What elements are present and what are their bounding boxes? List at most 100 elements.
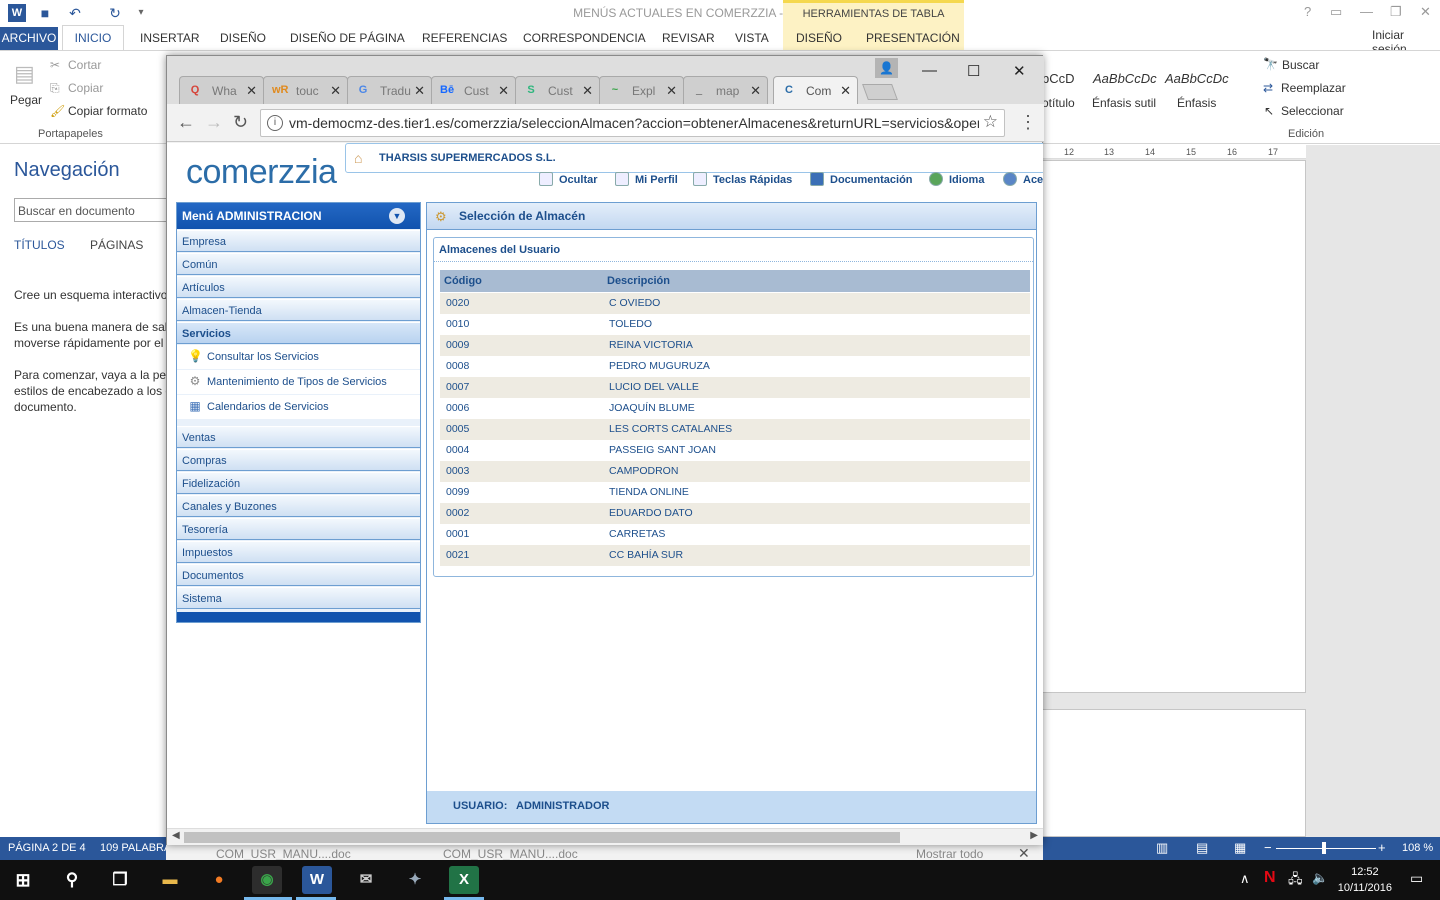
menu-item-documentos[interactable]: Documentos xyxy=(177,564,420,586)
document-page[interactable] xyxy=(1042,709,1306,837)
menu-item-articulos[interactable]: Artículos xyxy=(177,276,420,298)
warehouse-code[interactable]: 0008 xyxy=(446,360,469,372)
table-row[interactable]: 0003 CAMPODRON xyxy=(440,461,1030,482)
table-row[interactable]: 0020 C OVIEDO xyxy=(440,293,1030,314)
submenu-calendarios-servicios[interactable]: ▦ Calendarios de Servicios xyxy=(177,395,420,419)
replace-button[interactable]: Reemplazar xyxy=(1281,81,1346,95)
menu-item-impuestos[interactable]: Impuestos xyxy=(177,541,420,563)
close-icon[interactable]: ✕ xyxy=(1013,62,1026,80)
navigation-search-input[interactable]: Buscar en documento xyxy=(14,198,168,222)
compass-icon[interactable]: ✦ xyxy=(400,866,430,894)
zoom-slider-track[interactable] xyxy=(1276,848,1376,849)
tab-diseno-pagina[interactable]: DISEÑO DE PÁGINA xyxy=(290,31,405,45)
shortcuts-link[interactable]: Teclas Rápidas xyxy=(693,172,792,186)
print-layout-icon[interactable]: ▤ xyxy=(1196,840,1208,856)
download-file[interactable]: COM_USR_MANU....doc xyxy=(443,847,578,861)
warehouse-description[interactable]: TIENDA ONLINE xyxy=(609,486,689,498)
browser-tab[interactable]: _ map ✕ xyxy=(683,76,768,104)
menu-item-ventas[interactable]: Ventas xyxy=(177,426,420,448)
table-row[interactable]: 0007 LUCIO DEL VALLE xyxy=(440,377,1030,398)
page-count[interactable]: PÁGINA 2 DE 4 xyxy=(8,842,86,854)
menu-item-comun[interactable]: Común xyxy=(177,253,420,275)
warehouse-description[interactable]: TOLEDO xyxy=(609,318,652,330)
hide-link[interactable]: Ocultar xyxy=(539,172,598,186)
task-view-icon[interactable]: ❐ xyxy=(105,866,135,894)
help-icon[interactable]: ? xyxy=(1304,4,1311,19)
warehouse-code[interactable]: 0006 xyxy=(446,402,469,414)
warehouse-code[interactable]: 0099 xyxy=(446,486,469,498)
zoom-slider-thumb[interactable] xyxy=(1322,842,1326,854)
close-icon[interactable]: ✕ xyxy=(1420,4,1431,20)
admin-menu-header[interactable]: Menú ADMINISTRACION ▼ xyxy=(177,203,420,229)
style-preview-2[interactable]: AaBbCcDc xyxy=(1093,71,1157,86)
warehouse-code[interactable]: 0003 xyxy=(446,465,469,477)
table-row[interactable]: 0009 REINA VICTORIA xyxy=(440,335,1030,356)
zoom-out-icon[interactable]: − xyxy=(1264,840,1272,855)
home-icon[interactable]: ⌂ xyxy=(354,150,362,166)
word-count[interactable]: 109 PALABRA xyxy=(100,842,171,854)
minimize-icon[interactable]: — xyxy=(1360,4,1373,19)
browser-tab[interactable]: G Tradu ✕ xyxy=(347,76,432,104)
warehouse-description[interactable]: REINA VICTORIA xyxy=(609,339,693,351)
nav-tab-paginas[interactable]: PÁGINAS xyxy=(90,238,143,252)
clock[interactable]: 12:52 10/11/2016 xyxy=(1338,864,1392,896)
warehouse-description[interactable]: JOAQUÍN BLUME xyxy=(609,402,695,414)
warehouse-code[interactable]: 0002 xyxy=(446,507,469,519)
cut-button[interactable]: Cortar xyxy=(68,58,101,72)
tab-inicio[interactable]: INICIO xyxy=(62,25,124,50)
url-text[interactable]: vm-democmz-des.tier1.es/comerzzia/selecc… xyxy=(289,115,979,131)
close-tab-icon[interactable]: ✕ xyxy=(582,83,593,99)
warehouse-code[interactable]: 0021 xyxy=(446,549,469,561)
file-explorer-icon[interactable]: ▬ xyxy=(155,866,185,894)
warehouse-code[interactable]: 0010 xyxy=(446,318,469,330)
tab-revisar[interactable]: REVISAR xyxy=(662,31,715,45)
menu-item-canales-buzones[interactable]: Canales y Buzones xyxy=(177,495,420,517)
table-row[interactable]: 0010 TOLEDO xyxy=(440,314,1030,335)
menu-item-servicios[interactable]: Servicios xyxy=(177,322,420,344)
browser-tab[interactable]: Q Wha ✕ xyxy=(179,76,264,104)
warehouse-description[interactable]: PEDRO MUGURUZA xyxy=(609,360,710,372)
menu-item-almacen-tienda[interactable]: Almacen-Tienda xyxy=(177,299,420,321)
scrollbar-thumb[interactable] xyxy=(184,832,900,843)
chrome-icon[interactable]: ◉ xyxy=(252,866,282,894)
web-layout-icon[interactable]: ▦ xyxy=(1234,840,1246,856)
restore-icon[interactable]: ❐ xyxy=(1390,4,1402,20)
info-icon[interactable]: i xyxy=(267,115,283,131)
menu-item-empresa[interactable]: Empresa xyxy=(177,230,420,252)
profile-link[interactable]: Mi Perfil xyxy=(615,172,678,186)
maximize-icon[interactable]: ☐ xyxy=(967,62,980,80)
warehouse-description[interactable]: CARRETAS xyxy=(609,528,665,540)
nav-tab-titulos[interactable]: TÍTULOS xyxy=(14,238,65,252)
mail-icon[interactable]: ✉ xyxy=(351,866,381,894)
new-tab-button[interactable] xyxy=(862,84,898,100)
paste-button[interactable]: Pegar xyxy=(10,93,42,107)
close-tab-icon[interactable]: ✕ xyxy=(840,83,851,99)
tab-referencias[interactable]: REFERENCIAS xyxy=(422,31,507,45)
show-all-downloads[interactable]: Mostrar todo xyxy=(916,847,983,861)
find-button[interactable]: Buscar xyxy=(1282,58,1319,72)
language-link[interactable]: Idioma xyxy=(929,172,984,186)
close-tab-icon[interactable]: ✕ xyxy=(414,83,425,99)
close-tab-icon[interactable]: ✕ xyxy=(750,83,761,99)
notifications-icon[interactable]: ▭ xyxy=(1410,870,1423,887)
warehouse-description[interactable]: LUCIO DEL VALLE xyxy=(609,381,699,393)
menu-item-compras[interactable]: Compras xyxy=(177,449,420,471)
menu-item-tesoreria[interactable]: Tesorería xyxy=(177,518,420,540)
submenu-tipos-servicios[interactable]: ⚙ Mantenimiento de Tipos de Servicios xyxy=(177,370,420,394)
bookmark-star-icon[interactable]: ☆ xyxy=(983,112,998,132)
table-row[interactable]: 0021 CC BAHÍA SUR xyxy=(440,545,1030,566)
firefox-icon[interactable]: ● xyxy=(204,866,234,894)
browser-tab[interactable]: C Com ✕ xyxy=(773,76,858,104)
tab-correspondencia[interactable]: CORRESPONDENCIA xyxy=(523,31,646,45)
style-preview-3[interactable]: AaBbCcDc xyxy=(1165,71,1229,86)
minimize-icon[interactable]: — xyxy=(922,62,937,79)
tray-chevron-icon[interactable]: ∧ xyxy=(1240,871,1250,887)
table-row[interactable]: 0008 PEDRO MUGURUZA xyxy=(440,356,1030,377)
address-bar[interactable]: i vm-democmz-des.tier1.es/comerzzia/sele… xyxy=(260,109,1005,137)
column-header-code[interactable]: Código xyxy=(444,275,482,287)
excel-icon[interactable]: X xyxy=(449,866,479,894)
forward-icon[interactable]: → xyxy=(205,112,223,133)
download-file[interactable]: COM_USR_MANU....doc xyxy=(216,847,351,861)
tab-archivo[interactable]: ARCHIVO xyxy=(0,27,58,50)
tab-insertar[interactable]: INSERTAR xyxy=(140,31,200,45)
